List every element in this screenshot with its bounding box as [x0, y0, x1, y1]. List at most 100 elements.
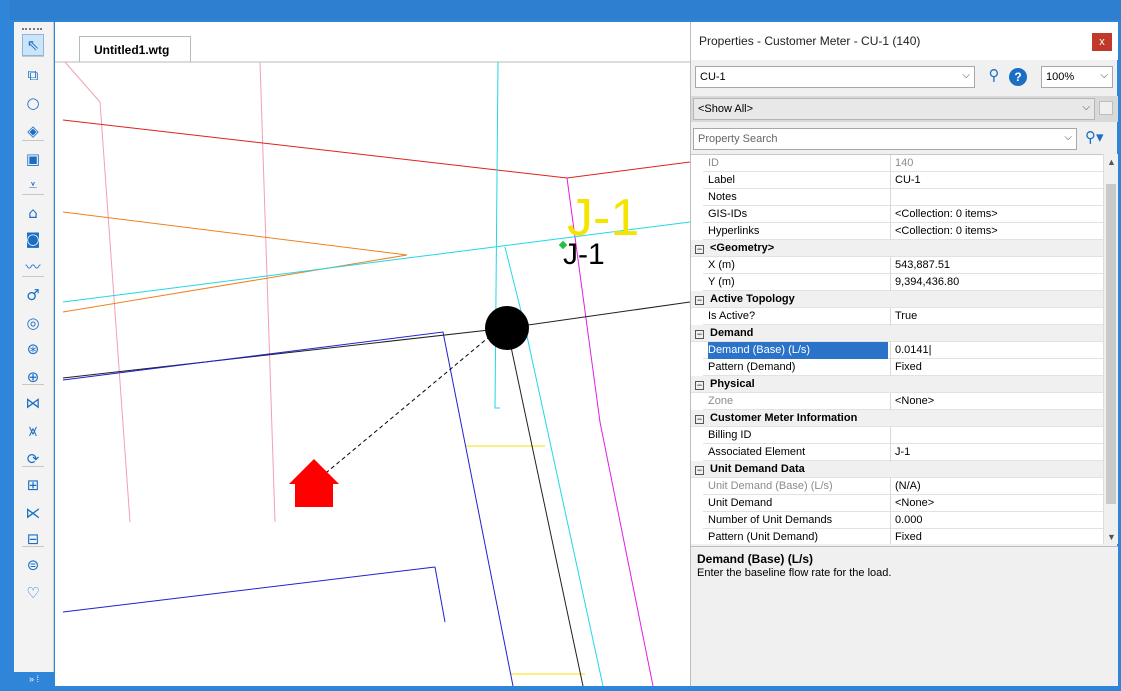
property-name: Pattern (Unit Demand)	[708, 531, 819, 543]
property-row[interactable]: X (m) 543,887.51	[691, 257, 1103, 274]
zoom-to-element-icon[interactable]: ⚲	[983, 66, 1005, 88]
isolation-valve-icon[interactable]: ⋈	[22, 392, 44, 414]
section-header[interactable]: − Physical	[691, 376, 1103, 393]
edit-filter-icon[interactable]	[1099, 101, 1113, 115]
property-value[interactable]: J-1	[890, 444, 1102, 461]
property-name: Billing ID	[708, 429, 752, 441]
property-row[interactable]: Unit Demand (Base) (L/s) (N/A)	[691, 478, 1103, 495]
search-icon[interactable]: ⚲▾	[1085, 128, 1104, 146]
chevron-down-icon: ⌵	[1064, 132, 1072, 143]
filter-selector[interactable]: <Show All> ⌵	[693, 98, 1095, 120]
turbine-icon[interactable]: ⊞	[22, 474, 44, 496]
junction-J-1	[485, 306, 529, 350]
pipe-icon[interactable]: 〰	[22, 256, 44, 278]
drawing-canvas[interactable]: Untitled1.wtg J-1 J-1	[55, 22, 690, 686]
property-value[interactable]: (N/A)	[890, 478, 1102, 495]
pipe-orange	[62, 211, 408, 313]
collapse-icon[interactable]: −	[695, 245, 704, 254]
hydropneumatic-tank-icon[interactable]: ♡	[22, 582, 44, 604]
collapse-icon[interactable]: −	[695, 381, 704, 390]
property-value[interactable]: <Collection: 0 items>	[890, 206, 1102, 223]
scroll-up-icon[interactable]: ▲	[1107, 157, 1116, 167]
property-value[interactable]: CU-1	[890, 172, 1102, 189]
tank-icon[interactable]: ▣	[22, 148, 44, 170]
property-row[interactable]: Demand (Base) (L/s) 0.0141|	[691, 342, 1103, 359]
row-gutter	[691, 427, 703, 444]
property-value[interactable]: Fixed	[890, 529, 1102, 544]
property-value[interactable]: <None>	[890, 393, 1102, 410]
property-value[interactable]	[890, 427, 1102, 444]
property-name: Y (m)	[708, 276, 735, 288]
property-row[interactable]: Billing ID	[691, 427, 1103, 444]
collapse-icon[interactable]: −	[695, 296, 704, 305]
close-button[interactable]: x	[1092, 33, 1112, 51]
junction-icon[interactable]: ○	[22, 92, 44, 114]
prv-icon[interactable]: ◎	[22, 312, 44, 334]
layout-icon[interactable]: ⧉	[22, 64, 44, 86]
property-value[interactable]	[890, 189, 1102, 206]
property-grid-scrollbar[interactable]: ▲ ▼	[1103, 154, 1118, 544]
element-selector[interactable]: CU-1 ⌵	[695, 66, 975, 88]
toolbar-grip[interactable]	[22, 28, 42, 31]
row-gutter	[691, 189, 703, 206]
reservoir-icon[interactable]: ⩡	[22, 174, 44, 196]
surge-tank-icon[interactable]: ⊜	[22, 554, 44, 576]
property-value-input[interactable]: 0.0141|	[890, 342, 1102, 359]
zoom-selector[interactable]: 100% ⌵	[1041, 66, 1113, 88]
section-header[interactable]: − Active Topology	[691, 291, 1103, 308]
collapse-icon[interactable]: −	[695, 330, 704, 339]
property-row[interactable]: Zone <None>	[691, 393, 1103, 410]
property-value[interactable]: True	[890, 308, 1102, 325]
property-grid[interactable]: ID 140 Label CU-1 Notes GIS-IDs <Collection: 0…	[691, 154, 1103, 544]
select-icon[interactable]: ⇖	[22, 34, 44, 56]
property-row[interactable]: GIS-IDs <Collection: 0 items>	[691, 206, 1103, 223]
property-value[interactable]: 543,887.51	[890, 257, 1102, 274]
help-icon[interactable]: ?	[1009, 68, 1027, 86]
toolbar-scroll-arrows[interactable]: » ⁞	[14, 672, 54, 686]
property-name: Demand (Base) (L/s)	[708, 342, 888, 359]
application-window: » ⁞ ⇖ ⧉ ○ ◈ ▣ ⩡ ⌂ ◙ 〰 ♂ ◎ ⊛ ⊕ ⋈ ⩙ ⟳ ⊞ ⋉ ⊟ ⊜ ♡ Untitled1.wtg	[0, 0, 1121, 691]
row-gutter	[691, 478, 703, 495]
section-title: Active Topology	[710, 293, 795, 305]
property-value[interactable]: 140	[890, 155, 1102, 172]
section-header[interactable]: − <Geometry>	[691, 240, 1103, 257]
section-header[interactable]: − Customer Meter Information	[691, 410, 1103, 427]
pump-icon[interactable]: ◙	[22, 228, 44, 250]
property-search-input[interactable]: Property Search ⌵	[693, 128, 1077, 150]
section-label: − Demand	[695, 325, 1095, 342]
property-row[interactable]: Is Active? True	[691, 308, 1103, 325]
section-header[interactable]: − Demand	[691, 325, 1103, 342]
toolbar-separator	[22, 194, 44, 195]
property-value[interactable]: 0.000	[890, 512, 1102, 529]
hydrant-icon[interactable]: ◈	[22, 120, 44, 142]
section-label: − Unit Demand Data	[695, 461, 1095, 478]
section-header[interactable]: − Unit Demand Data	[691, 461, 1103, 478]
property-row[interactable]: Label CU-1	[691, 172, 1103, 189]
psv-icon[interactable]: ⊛	[22, 338, 44, 360]
property-value[interactable]: <None>	[890, 495, 1102, 512]
property-value[interactable]: 9,394,436.80	[890, 274, 1102, 291]
description-text: Enter the baseline flow rate for the loa…	[697, 567, 892, 579]
network-drawing[interactable]	[55, 22, 690, 686]
collapse-icon[interactable]: −	[695, 466, 704, 475]
property-value[interactable]: Fixed	[890, 359, 1102, 376]
valve-icon[interactable]: ♂	[22, 284, 44, 306]
gpv-icon[interactable]: ⩙	[22, 420, 44, 442]
property-row[interactable]: Pattern (Unit Demand) Fixed	[691, 529, 1103, 544]
customer-meter-icon[interactable]: ⌂	[22, 202, 44, 224]
property-row[interactable]: Notes	[691, 189, 1103, 206]
property-value[interactable]: <Collection: 0 items>	[890, 223, 1102, 240]
property-row[interactable]: Pattern (Demand) Fixed	[691, 359, 1103, 376]
property-row[interactable]: Unit Demand <None>	[691, 495, 1103, 512]
check-valve-icon[interactable]: ⋉	[22, 502, 44, 524]
property-row[interactable]: Hyperlinks <Collection: 0 items>	[691, 223, 1103, 240]
collapse-icon[interactable]: −	[695, 415, 704, 424]
property-row[interactable]: Associated Element J-1	[691, 444, 1103, 461]
scrollbar-thumb[interactable]	[1106, 184, 1116, 504]
property-search-placeholder: Property Search	[698, 133, 778, 145]
property-row[interactable]: ID 140	[691, 155, 1103, 172]
property-row[interactable]: Y (m) 9,394,436.80	[691, 274, 1103, 291]
scroll-down-icon[interactable]: ▼	[1107, 532, 1116, 542]
property-row[interactable]: Number of Unit Demands 0.000	[691, 512, 1103, 529]
property-name: X (m)	[708, 259, 735, 271]
